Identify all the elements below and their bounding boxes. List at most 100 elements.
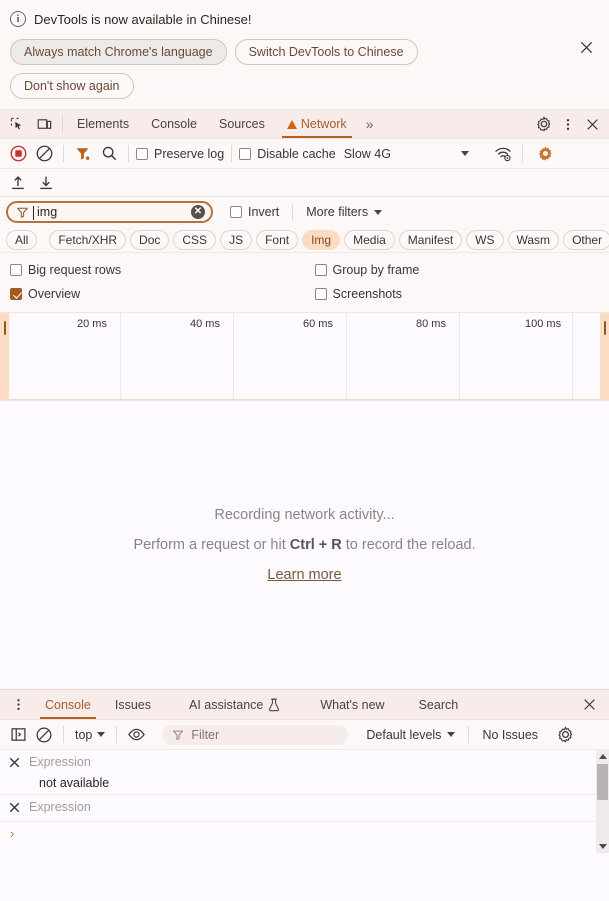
console-levels-dropdown[interactable]: Default levels (366, 728, 455, 742)
close-drawer-icon[interactable] (570, 690, 609, 719)
network-filter-input[interactable]: img ✕ (6, 201, 213, 223)
network-settings-gear-icon[interactable] (534, 142, 558, 166)
clear-filter-icon[interactable]: ✕ (191, 205, 205, 219)
drawer-tab-issues[interactable]: Issues (103, 690, 163, 719)
chip-font[interactable]: Font (256, 230, 298, 250)
live-expression-row[interactable]: Expression (0, 795, 609, 822)
settings-gear-icon[interactable] (533, 113, 555, 135)
drawer-tab-label: Console (45, 698, 91, 712)
overview-checkbox[interactable]: Overview (10, 287, 80, 301)
chip-wasm[interactable]: Wasm (508, 230, 560, 250)
overview-right-resize-handle[interactable] (600, 313, 609, 400)
drawer-more-tools-icon[interactable] (0, 690, 33, 719)
chip-all[interactable]: All (6, 230, 37, 250)
more-options-kebab-icon[interactable] (557, 113, 579, 135)
network-toolbar: Preserve log Disable cache Slow 4G (0, 139, 609, 169)
record-stop-icon[interactable] (6, 142, 30, 166)
clear-console-icon[interactable] (32, 723, 56, 747)
big-request-rows-checkbox[interactable]: Big request rows (10, 263, 121, 277)
toolbar-separator (292, 204, 293, 221)
chip-css[interactable]: CSS (173, 230, 216, 250)
chip-other[interactable]: Other (563, 230, 609, 250)
disable-cache-checkbox[interactable]: Disable cache (239, 147, 336, 161)
expression-value: not available (29, 776, 599, 790)
overview-left-resize-handle[interactable] (0, 313, 9, 400)
empty-state-line2-prefix: Perform a request or hit (133, 537, 289, 553)
devtools-window: i DevTools is now available in Chinese! … (0, 0, 609, 901)
scroll-up-arrow-icon[interactable] (596, 750, 609, 763)
overview-tick-label: 60 ms (303, 318, 333, 330)
close-icon (579, 40, 594, 55)
tabbar-left-icons (0, 110, 59, 138)
empty-state-line2-suffix: to record the reload. (342, 537, 476, 553)
tab-network[interactable]: Network (276, 110, 358, 138)
console-context-selector[interactable]: top (71, 728, 109, 742)
invert-filter-checkbox[interactable]: Invert (230, 205, 279, 219)
chip-media[interactable]: Media (344, 230, 395, 250)
remove-expression-icon[interactable] (8, 756, 21, 772)
screenshots-checkbox[interactable]: Screenshots (315, 287, 402, 301)
filter-funnel-icon[interactable] (71, 142, 95, 166)
drawer-tab-ai-assistance[interactable]: AI assistance (163, 690, 292, 719)
throttling-caret[interactable] (461, 151, 469, 156)
console-sidebar-icon[interactable] (6, 723, 30, 747)
big-request-rows-label: Big request rows (28, 263, 121, 277)
live-expression-eye-icon[interactable] (124, 723, 148, 747)
overview-baseline (9, 399, 600, 400)
close-banner-button[interactable] (575, 36, 597, 58)
empty-state-line2: Perform a request or hit Ctrl + R to rec… (133, 537, 475, 553)
drawer-tab-console[interactable]: Console (33, 690, 103, 719)
console-prompt[interactable]: › (0, 822, 609, 845)
preserve-log-checkbox[interactable]: Preserve log (136, 147, 224, 161)
chip-doc[interactable]: Doc (130, 230, 169, 250)
switch-devtools-to-chinese-button[interactable]: Switch DevTools to Chinese (235, 39, 418, 65)
learn-more-link[interactable]: Learn more (267, 567, 341, 583)
always-match-chrome-language-button[interactable]: Always match Chrome's language (10, 39, 227, 65)
chip-fetch-xhr[interactable]: Fetch/XHR (49, 230, 126, 250)
tab-console[interactable]: Console (140, 110, 208, 138)
console-scrollbar[interactable] (596, 750, 609, 853)
console-issues-counter[interactable]: No Issues (482, 728, 538, 742)
chevron-down-icon (461, 151, 469, 156)
remove-expression-icon[interactable] (8, 801, 21, 817)
drawer-tab-whats-new[interactable]: What's new (292, 690, 396, 719)
chip-manifest[interactable]: Manifest (399, 230, 462, 250)
more-filters-dropdown[interactable]: More filters (306, 205, 382, 219)
dont-show-again-button[interactable]: Don't show again (10, 73, 134, 99)
console-settings-gear-icon[interactable] (553, 723, 577, 747)
wifi-settings-icon[interactable] (491, 142, 515, 166)
chip-ws[interactable]: WS (466, 230, 503, 250)
more-tabs-chevron-icon[interactable]: » (358, 110, 382, 138)
settings-col-left: Overview (0, 287, 305, 301)
checkbox-box (10, 288, 22, 300)
group-by-frame-checkbox[interactable]: Group by frame (315, 263, 420, 277)
device-toolbar-icon[interactable] (33, 113, 55, 135)
scroll-down-arrow-icon[interactable] (596, 840, 609, 853)
chip-img[interactable]: Img (302, 230, 340, 250)
search-icon[interactable] (97, 142, 121, 166)
import-har-icon[interactable] (6, 171, 30, 195)
live-expression-row[interactable]: Expression not available (0, 750, 609, 795)
checkbox-box (239, 148, 251, 160)
console-filter-placeholder: Filter (191, 728, 219, 742)
tab-sources[interactable]: Sources (208, 110, 276, 138)
preserve-log-label: Preserve log (154, 147, 224, 161)
levels-label: Default levels (366, 728, 441, 742)
scrollbar-thumb[interactable] (597, 764, 608, 800)
close-devtools-icon[interactable] (581, 113, 603, 135)
throttling-select-value[interactable]: Slow 4G (344, 147, 391, 161)
console-filter-input[interactable]: Filter (162, 725, 348, 745)
export-har-icon[interactable] (34, 171, 58, 195)
drawer-tab-label: AI assistance (189, 698, 263, 712)
chip-js[interactable]: JS (220, 230, 252, 250)
tab-elements[interactable]: Elements (66, 110, 140, 138)
drawer-tab-search[interactable]: Search (397, 690, 471, 719)
resource-type-filter-chips: All Fetch/XHR Doc CSS JS Font Img Media … (0, 227, 609, 253)
overview-tick-label: 40 ms (190, 318, 220, 330)
experiment-flask-icon (268, 698, 280, 712)
settings-col-left: Big request rows (0, 263, 305, 277)
live-expression-body: Expression not available (29, 755, 599, 790)
overview-grid[interactable]: 20 ms 40 ms 60 ms 80 ms 100 ms (9, 313, 600, 400)
clear-network-log-icon[interactable] (32, 142, 56, 166)
inspect-element-icon[interactable] (6, 113, 28, 135)
